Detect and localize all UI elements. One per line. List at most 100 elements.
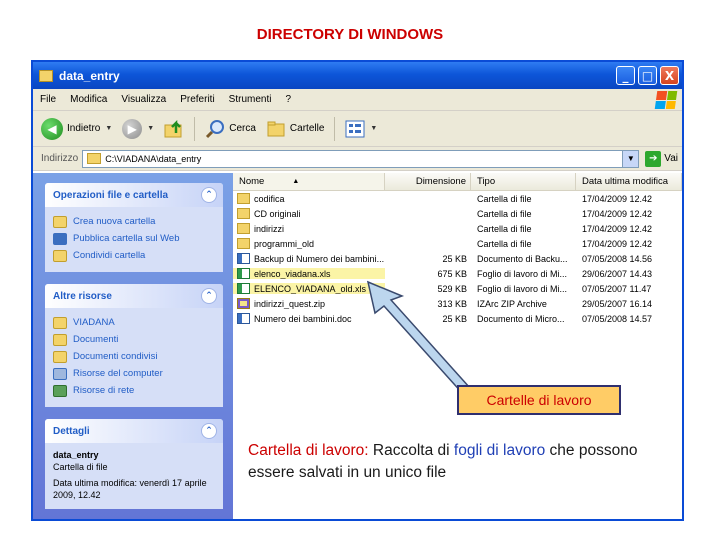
details-panel: Dettagli ⌃ data_entry Cartella di file D… xyxy=(45,419,223,509)
window-title: data_entry xyxy=(59,68,120,83)
file-size: 529 KB xyxy=(437,283,467,294)
chevron-down-icon[interactable]: ▼ xyxy=(622,150,639,167)
other-places-panel: Altre risorse ⌃ VIADANA Documenti Docume… xyxy=(45,284,223,407)
folders-icon xyxy=(267,121,285,136)
folders-button[interactable]: Cartelle xyxy=(266,119,324,139)
place-label: VIADANA xyxy=(73,317,115,328)
task-label: Crea nuova cartella xyxy=(73,216,156,227)
address-field[interactable]: C:\VIADANA\data_entry ▼ xyxy=(82,149,640,168)
file-row[interactable]: elenco_viadana.xls 675 KB Foglio di lavoro… xyxy=(233,266,682,281)
search-button[interactable]: Cerca xyxy=(205,119,256,139)
doc-icon xyxy=(237,253,250,264)
file-type: IZArc ZIP Archive xyxy=(477,298,547,309)
address-value: C:\VIADANA\data_entry xyxy=(105,153,202,164)
file-date: 17/04/2009 12.42 xyxy=(582,238,653,249)
caption: Cartella di lavoro: Raccolta di fogli di… xyxy=(248,440,668,484)
forward-button[interactable]: ▶ ▼ xyxy=(122,118,154,139)
file-name: Numero dei bambini.doc xyxy=(254,313,352,324)
xls-icon xyxy=(237,283,250,294)
file-row[interactable]: codifica Cartella di file 17/04/2009 12.42 xyxy=(233,191,682,206)
views-button[interactable]: ▼ xyxy=(345,119,377,139)
file-type: Cartella di file xyxy=(477,238,532,249)
menu-help[interactable]: ? xyxy=(278,94,298,105)
file-name: indirizzi xyxy=(254,223,285,234)
callout-label: Cartelle di lavoro xyxy=(457,385,621,415)
panel-title: Operazioni file e cartella xyxy=(53,189,169,201)
task-new-folder[interactable]: Crea nuova cartella xyxy=(53,213,215,230)
details-modified: Data ultima modifica: venerdì 17 aprile … xyxy=(53,478,207,500)
place-network[interactable]: Risorse di rete xyxy=(53,382,215,399)
file-date: 29/05/2007 16.14 xyxy=(582,298,653,309)
file-row[interactable]: CD originali Cartella di file 17/04/2009 1… xyxy=(233,206,682,221)
file-date: 29/06/2007 14.43 xyxy=(582,268,653,279)
place-label: Documenti condivisi xyxy=(73,351,158,362)
file-size: 25 KB xyxy=(442,253,467,264)
chevron-down-icon[interactable]: ▼ xyxy=(370,125,377,132)
search-icon xyxy=(206,119,225,138)
folder-icon xyxy=(237,193,250,204)
column-date[interactable]: Data ultima modifica xyxy=(576,173,682,190)
go-arrow-icon: ➔ xyxy=(645,150,662,167)
computer-icon xyxy=(53,367,67,380)
collapse-icon[interactable]: ⌃ xyxy=(201,187,217,203)
task-publish-web[interactable]: Pubblica cartella sul Web xyxy=(53,230,215,247)
maximize-button[interactable]: □ xyxy=(638,66,657,85)
chevron-down-icon[interactable]: ▼ xyxy=(105,125,112,132)
back-button[interactable]: ◀ Indietro ▼ xyxy=(41,117,112,140)
close-button[interactable]: X xyxy=(660,66,679,85)
file-row[interactable]: ELENCO_VIADANA_old.xls 529 KB Foglio di la… xyxy=(233,281,682,296)
place-documents[interactable]: Documenti xyxy=(53,331,215,348)
column-name[interactable]: Nome ▲ xyxy=(233,173,385,190)
file-type: Foglio di lavoro di Mi... xyxy=(477,268,568,279)
chevron-down-icon[interactable]: ▼ xyxy=(147,125,154,132)
collapse-icon[interactable]: ⌃ xyxy=(201,423,217,439)
place-viadana[interactable]: VIADANA xyxy=(53,314,215,331)
panel-header[interactable]: Altre risorse ⌃ xyxy=(45,284,223,308)
column-size[interactable]: Dimensione xyxy=(385,173,471,190)
file-date: 17/04/2009 12.42 xyxy=(582,208,653,219)
task-share-folder[interactable]: Condividi cartella xyxy=(53,247,215,264)
menu-view[interactable]: Visualizza xyxy=(114,94,173,105)
address-label: Indirizzo xyxy=(41,153,79,164)
up-folder-button[interactable] xyxy=(164,119,184,139)
panel-header[interactable]: Operazioni file e cartella ⌃ xyxy=(45,183,223,207)
file-type: Cartella di file xyxy=(477,208,532,219)
toolbar-divider xyxy=(334,116,336,141)
zip-icon xyxy=(237,298,250,309)
file-row[interactable]: programmi_old Cartella di file 17/04/2009 … xyxy=(233,236,682,251)
column-type[interactable]: Tipo xyxy=(471,173,576,190)
place-label: Documenti xyxy=(73,334,119,345)
menu-tools[interactable]: Strumenti xyxy=(222,94,279,105)
place-my-computer[interactable]: Risorse del computer xyxy=(53,365,215,382)
menu-file[interactable]: File xyxy=(33,94,63,105)
share-folder-icon xyxy=(53,249,67,262)
folder-icon xyxy=(237,208,250,219)
go-label: Vai xyxy=(664,153,678,164)
file-type: Cartella di file xyxy=(477,223,532,234)
file-row[interactable]: indirizzi_quest.zip 313 KB IZArc ZIP Archi… xyxy=(233,296,682,311)
file-tasks-panel: Operazioni file e cartella ⌃ Crea nuova … xyxy=(45,183,223,272)
file-row[interactable]: Backup di Numero dei bambini... 25 KB Docu… xyxy=(233,251,682,266)
file-date: 07/05/2007 11.47 xyxy=(582,283,652,294)
file-row[interactable]: Numero dei bambini.doc 25 KB Documento di … xyxy=(233,311,682,326)
caption-term: Cartella di lavoro: xyxy=(248,442,369,459)
file-row[interactable]: indirizzi Cartella di file 17/04/2009 12.4… xyxy=(233,221,682,236)
place-shared-documents[interactable]: Documenti condivisi xyxy=(53,348,215,365)
windows-logo-icon xyxy=(654,91,678,109)
file-type: Foglio di lavoro di Mi... xyxy=(477,283,568,294)
panel-header[interactable]: Dettagli ⌃ xyxy=(45,419,223,443)
minimize-button[interactable]: _ xyxy=(616,66,635,85)
title-bar[interactable]: data_entry _ □ X xyxy=(33,62,682,89)
go-button[interactable]: ➔ Vai xyxy=(645,150,678,167)
caption-highlight: fogli di lavoro xyxy=(453,442,546,459)
file-name-cell: ELENCO_VIADANA_old.xls xyxy=(233,283,385,294)
place-label: Risorse del computer xyxy=(73,368,163,379)
menu-edit[interactable]: Modifica xyxy=(63,94,114,105)
task-label: Pubblica cartella sul Web xyxy=(73,233,180,244)
file-name-cell: indirizzi_quest.zip xyxy=(233,298,385,309)
menu-favorites[interactable]: Preferiti xyxy=(173,94,221,105)
collapse-icon[interactable]: ⌃ xyxy=(201,288,217,304)
folder-icon xyxy=(53,316,67,329)
file-name: indirizzi_quest.zip xyxy=(254,298,326,309)
file-date: 07/05/2008 14.57 xyxy=(582,313,653,324)
